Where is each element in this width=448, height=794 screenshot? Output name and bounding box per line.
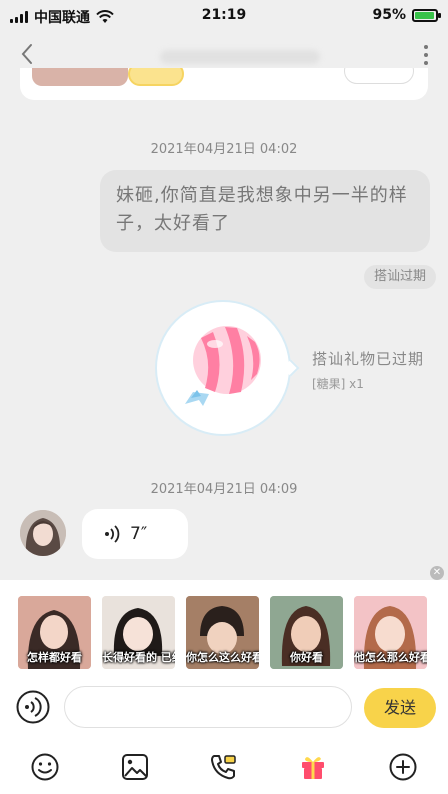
gift-icon[interactable] [298,752,328,782]
profile-card-button[interactable] [344,68,414,84]
send-button[interactable]: 发送 [364,688,436,728]
close-icon[interactable]: ✕ [430,566,444,580]
call-icon[interactable] [208,752,238,782]
sticker-caption: 你怎么这么好看 [186,651,259,664]
gift-detail: [糖果] x1 [312,377,364,391]
more-icon[interactable] [422,44,430,66]
blurred-title [160,50,320,64]
back-icon[interactable] [16,42,40,66]
battery-icon [412,8,441,22]
message-input[interactable] [64,686,352,728]
voice-wave-icon [105,525,120,543]
profile-card[interactable] [20,68,428,100]
sticker-item[interactable]: 长得好看的 已经到家了 [102,596,175,669]
plus-icon[interactable] [388,752,418,782]
sticker-item[interactable]: 你好看 [270,596,343,669]
profile-thumbnail [32,68,128,86]
battery-percent: 95% [372,7,406,23]
image-icon[interactable] [120,752,150,782]
timestamp: 2021年04月21日 04:09 [150,482,298,497]
outgoing-message[interactable]: 妹砸,你简直是我想象中另一半的样子，太好看了 [100,170,430,252]
sticker-caption: 长得好看的 已经到家了 [102,651,175,664]
sticker-suggestions: 怎样都好看 长得好看的 已经到家了 你怎么这么好看 你好看 他怎么那么好看 [18,596,427,669]
expired-tag: 搭讪过期 [363,265,436,289]
sticker-caption: 怎样都好看 [27,651,82,664]
avatar[interactable] [20,510,66,556]
input-row: 发送 [0,684,448,732]
timestamp: 2021年04月21日 04:02 [150,142,298,157]
voice-duration: 7″ [130,524,148,544]
gift-card[interactable] [155,300,300,436]
voice-input-icon[interactable] [16,690,50,724]
composer-panel: ✕ 怎样都好看 长得好看的 已经到家了 你怎么这么好看 你好看 他怎么那么好看 [0,566,448,794]
profile-badge [128,68,184,86]
sticker-item[interactable]: 他怎么那么好看 [354,596,427,669]
status-right: 95% [372,7,441,23]
chat-header [0,32,448,100]
gift-info: 搭讪礼物已过期 [糖果] x1 [312,348,424,392]
composer-toolbar [0,748,448,788]
status-bar: 中国联通 21:19 95% [0,0,448,32]
sticker-item[interactable]: 怎样都好看 [18,596,91,669]
emoji-icon[interactable] [30,752,60,782]
sticker-item[interactable]: 你怎么这么好看 [186,596,259,669]
sticker-caption: 他怎么那么好看 [354,651,427,664]
gift-expired-title: 搭讪礼物已过期 [312,350,425,368]
voice-message[interactable]: 7″ [82,509,188,559]
sticker-caption: 你好看 [290,651,323,664]
candy-icon [185,326,261,406]
